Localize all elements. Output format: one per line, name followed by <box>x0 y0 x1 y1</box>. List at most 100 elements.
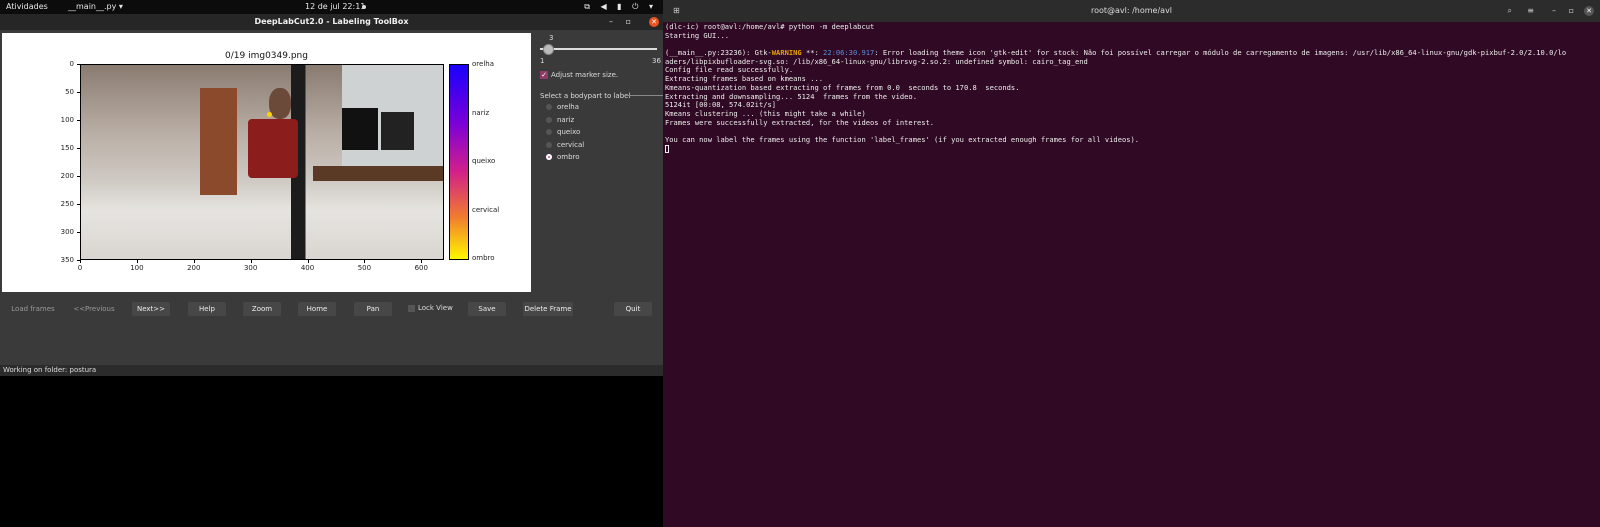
system-tray[interactable]: ⧉ ◀ ▮ ⏻ ▾ <box>584 2 657 12</box>
x-tick-mark <box>193 260 195 263</box>
y-tick-label: 0 <box>69 60 74 68</box>
lock-view-checkbox[interactable]: Lock View <box>408 304 453 312</box>
maximize-icon[interactable]: ▫ <box>626 14 631 30</box>
x-tick-label: 0 <box>77 264 83 272</box>
monitor <box>341 107 378 151</box>
x-tick-mark <box>421 260 423 263</box>
plot-title: 0/19 img0349.png <box>225 51 308 61</box>
colorbar-label: cervical <box>472 205 500 214</box>
home-button[interactable]: Home <box>298 302 336 316</box>
zoom-button[interactable]: Zoom <box>243 302 281 316</box>
terminal-line: Extracting and downsampling... 5124 fram… <box>665 91 917 101</box>
new-tab-icon[interactable]: ⊞ <box>673 0 680 22</box>
bodypart-option-cervical[interactable]: cervical <box>540 141 660 154</box>
y-tick-mark <box>77 64 80 65</box>
terminal-output[interactable]: (dlc-ic) root@avl:/home/avl# python -m d… <box>665 22 1595 153</box>
maximize-icon[interactable]: ▫ <box>1569 0 1574 22</box>
y-tick-label: 100 <box>60 116 74 124</box>
x-tick-label: 100 <box>130 264 144 272</box>
bodypart-option-orelha[interactable]: orelha <box>540 103 660 116</box>
window-title: DeepLabCut2.0 - Labeling ToolBox <box>254 17 409 26</box>
x-tick-label: 200 <box>187 264 201 272</box>
labeling-toolbox-window: DeepLabCut2.0 - Labeling ToolBox – ▫ ✕ 0… <box>0 14 664 376</box>
y-tick-mark <box>77 120 80 121</box>
radio-selected-icon <box>546 154 552 160</box>
bodypart-label: nariz <box>557 115 575 124</box>
x-tick-label: 500 <box>357 264 372 272</box>
y-tick-label: 300 <box>60 228 74 236</box>
terminal-line: (dlc-ic) root@avl:/home/avl# python -m d… <box>665 22 875 31</box>
y-tick-mark <box>77 176 80 177</box>
adjust-marker-label: Adjust marker size. <box>551 71 619 79</box>
radio-icon <box>546 141 552 148</box>
x-tick-label: 300 <box>243 264 258 272</box>
slider-handle[interactable] <box>542 44 554 55</box>
lock-view-label: Lock View <box>418 304 453 312</box>
radio-icon <box>546 104 552 110</box>
search-icon[interactable]: ⌕ <box>1508 0 1512 22</box>
window-titlebar: DeepLabCut2.0 - Labeling ToolBox – ▫ ✕ <box>0 14 663 30</box>
x-tick-mark <box>307 260 309 263</box>
delete-frame-button[interactable]: Delete Frame <box>523 302 573 316</box>
bodypart-label: ombro <box>557 153 580 161</box>
person-head <box>269 88 291 120</box>
bodypart-option-queixo[interactable]: queixo <box>540 128 660 141</box>
y-tick-mark <box>77 92 80 93</box>
bodypart-group-legend: Select a bodypart to label <box>540 92 631 100</box>
frame-image[interactable] <box>80 64 444 260</box>
notification-dot-icon <box>362 5 366 9</box>
slider-max-label: 36 <box>652 57 661 65</box>
y-tick-label: 200 <box>60 172 74 180</box>
bodypart-radio-group: Select a bodypart to label orelha nariz … <box>540 92 664 166</box>
minimize-icon[interactable]: – <box>1552 0 1556 22</box>
marker-size-value: 3 <box>549 34 554 42</box>
activities-button[interactable]: Atividades <box>6 2 48 11</box>
quit-button[interactable]: Quit <box>614 302 652 316</box>
x-tick-mark <box>80 260 81 263</box>
load-frames-button[interactable]: Load frames <box>6 302 60 316</box>
y-tick-label: 250 <box>60 200 74 208</box>
minimize-icon[interactable]: – <box>609 14 613 30</box>
bodypart-label: queixo <box>557 128 581 136</box>
terminal-window: ⊞ root@avl: /home/avl ⌕ ≡ – ▫ ✕ (dlc-ic)… <box>663 0 1600 527</box>
bodypart-option-ombro[interactable]: ombro <box>540 153 660 166</box>
x-tick-mark <box>136 260 138 263</box>
bodypart-option-nariz[interactable]: nariz <box>540 116 660 129</box>
terminal-titlebar: ⊞ root@avl: /home/avl ⌕ ≡ – ▫ ✕ <box>663 0 1600 22</box>
bodypart-label: cervical <box>557 140 585 149</box>
adjust-marker-checkbox[interactable]: ✓ Adjust marker size. <box>540 71 618 79</box>
menu-icon[interactable]: ≡ <box>1527 0 1534 22</box>
y-tick-label: 150 <box>60 144 74 152</box>
top-bar: Atividades __main__.py ▾ 12 de jul 22:11… <box>0 0 663 14</box>
radio-icon <box>546 116 552 123</box>
x-tick-label: 600 <box>414 264 428 272</box>
help-button[interactable]: Help <box>188 302 226 316</box>
save-button[interactable]: Save <box>468 302 506 316</box>
checkbox-icon <box>408 304 415 312</box>
close-icon[interactable]: ✕ <box>1584 6 1594 16</box>
terminal-line: Frames were successfully extracted, for … <box>665 117 935 127</box>
terminal-line: Starting GUI... <box>665 30 730 40</box>
close-icon[interactable]: ✕ <box>649 17 659 27</box>
colorbar-label: ombro <box>472 254 495 262</box>
radio-icon <box>546 129 552 135</box>
previous-button[interactable]: <<Previous <box>66 302 122 316</box>
terminal-line: aders/libpixbufloader-svg.so: /lib/x86_6… <box>665 56 1088 66</box>
pan-button[interactable]: Pan <box>354 302 392 316</box>
plot-canvas[interactable]: 0/19 img0349.png 0 50 100 150 200 250 300 350 0… <box>2 33 531 292</box>
y-tick-mark <box>77 204 80 205</box>
checkmark-icon: ✓ <box>540 71 548 79</box>
colorbar-label: orelha <box>472 60 494 68</box>
x-tick-mark <box>364 260 366 263</box>
clock[interactable]: 12 de jul 22:11 <box>305 2 365 11</box>
x-tick-mark <box>250 260 252 263</box>
x-tick-label: 400 <box>300 264 315 272</box>
button-row: Load frames <<Previous Next>> Help Zoom … <box>0 302 663 318</box>
y-tick-mark <box>77 148 80 149</box>
marker-size-slider[interactable] <box>540 48 657 50</box>
app-menu[interactable]: __main__.py ▾ <box>68 2 123 11</box>
next-button[interactable]: Next>> <box>132 302 170 316</box>
colorbar-label: nariz <box>472 108 490 117</box>
y-tick-label: 50 <box>65 88 74 96</box>
y-tick-label: 350 <box>60 256 74 264</box>
